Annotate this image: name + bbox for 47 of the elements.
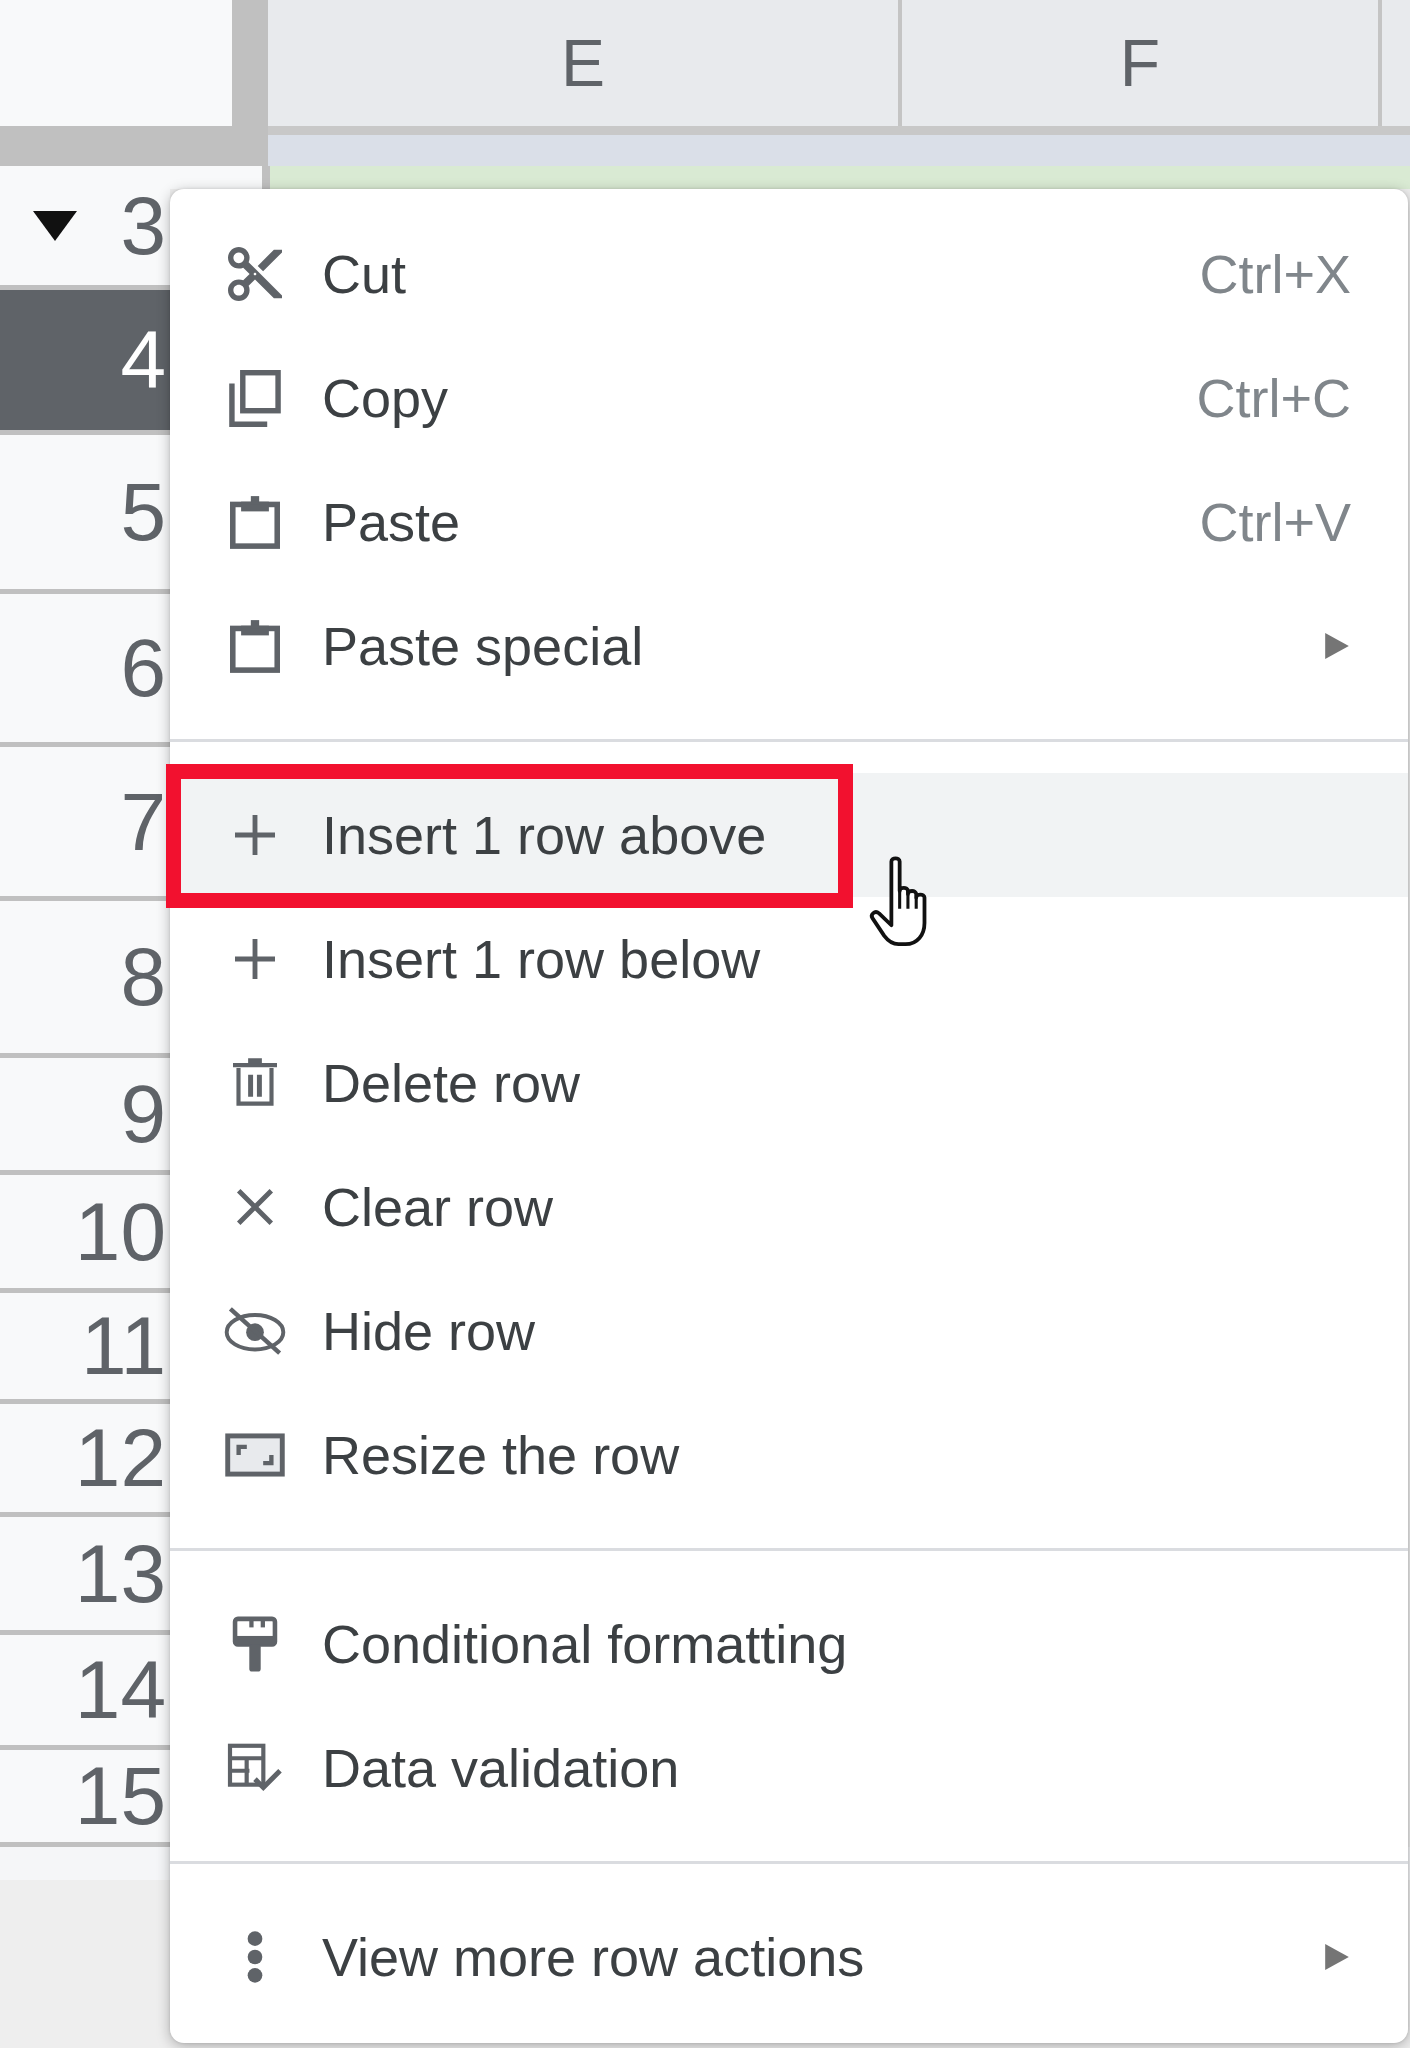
menu-item[interactable]: Cut Ctrl+X — [170, 212, 1408, 336]
menu-item[interactable]: Conditional formatting — [170, 1582, 1408, 1706]
menu-item[interactable]: Insert 1 row below — [170, 897, 1408, 1021]
column-header[interactable] — [1382, 0, 1410, 126]
row-header[interactable]: 15 — [0, 1750, 170, 1847]
column-header[interactable]: E — [268, 0, 898, 126]
menu-item[interactable]: Resize the row — [170, 1393, 1408, 1517]
shortcut-text: Ctrl+X — [1199, 243, 1351, 305]
row-header[interactable]: 7 — [0, 747, 170, 901]
x-mark-icon — [236, 1188, 274, 1226]
menu-item[interactable]: Hide row — [170, 1269, 1408, 1393]
row-header[interactable]: 10 — [0, 1175, 170, 1293]
row-header[interactable]: 5 — [0, 435, 170, 594]
shortcut-text: Ctrl+V — [1199, 491, 1351, 553]
triangle-down-icon[interactable] — [33, 210, 77, 241]
row-header[interactable]: 6 — [0, 594, 170, 747]
eye-slash-icon — [223, 1306, 287, 1356]
corner-frame-icon — [225, 1433, 285, 1477]
row-header[interactable]: 13 — [0, 1517, 170, 1635]
trash-icon — [233, 1058, 277, 1108]
paint-roller-icon — [232, 1615, 278, 1673]
menu-item[interactable]: Clear row — [170, 1145, 1408, 1269]
vertical-dots-icon — [247, 1931, 263, 1983]
column-header[interactable]: F — [902, 0, 1378, 126]
menu-item[interactable]: Delete row — [170, 1021, 1408, 1145]
menu-item[interactable]: Paste special — [170, 584, 1408, 708]
row-header[interactable]: 14 — [0, 1635, 170, 1750]
menu-item[interactable]: Data validation — [170, 1706, 1408, 1830]
row-header[interactable]: 8 — [0, 901, 170, 1058]
row-header[interactable]: 9 — [0, 1058, 170, 1175]
plus-icon — [235, 815, 275, 855]
shortcut-text: Ctrl+C — [1196, 367, 1351, 429]
row-header[interactable]: 4 — [0, 290, 170, 435]
row-header[interactable]: 3 — [0, 166, 170, 290]
copy-icon — [229, 369, 281, 427]
row-header[interactable]: 11 — [0, 1293, 170, 1404]
plus-icon — [235, 939, 275, 979]
clipboard-icon — [230, 619, 280, 673]
table-check-icon — [227, 1743, 283, 1793]
scissors-icon — [228, 247, 282, 301]
menu-item[interactable]: Copy Ctrl+C — [170, 336, 1408, 460]
clipboard-icon — [230, 495, 280, 549]
freeze-column-handle[interactable] — [232, 0, 268, 166]
menu-item[interactable]: View more row actions — [170, 1895, 1408, 2019]
row-header[interactable]: 12 — [0, 1404, 170, 1517]
freeze-row-handle[interactable] — [0, 126, 232, 166]
menu-item[interactable]: Paste Ctrl+V — [170, 460, 1408, 584]
